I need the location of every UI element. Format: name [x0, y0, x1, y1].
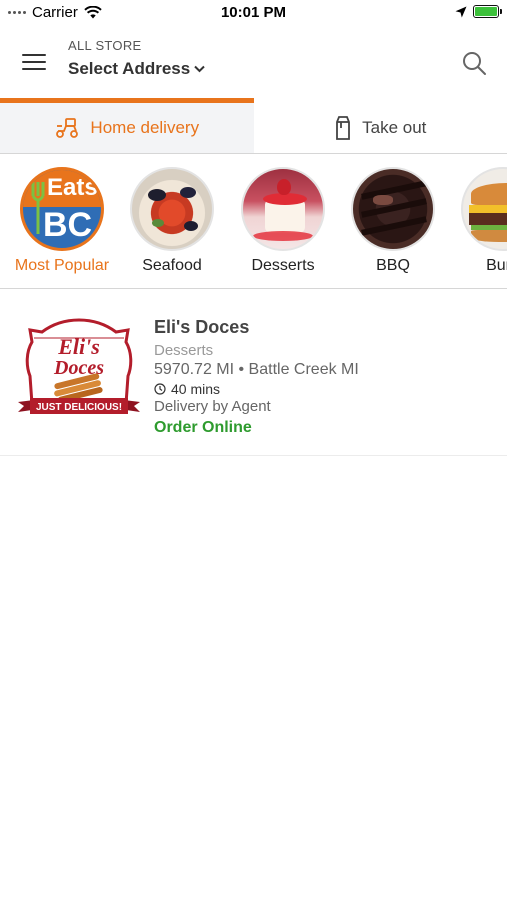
- category-label: Seafood: [142, 257, 202, 274]
- status-bar: Carrier 10:01 PM: [0, 0, 507, 26]
- menu-icon[interactable]: [22, 54, 46, 70]
- store-name: Eli's Doces: [154, 317, 250, 337]
- search-icon[interactable]: [461, 50, 487, 76]
- seafood-image: [130, 167, 214, 251]
- desserts-image: [241, 167, 325, 251]
- bbq-image: [351, 167, 435, 251]
- chevron-down-icon: [194, 65, 205, 73]
- logo-ribbon-text: JUST DELICIOUS!: [36, 402, 122, 413]
- tab-take-out[interactable]: Take out: [253, 98, 507, 153]
- category-label: Most Popular: [14, 257, 110, 274]
- store-delivery-type: Delivery by Agent: [154, 398, 271, 415]
- store-logo: Eli's Doces JUST DELICIOUS!: [16, 316, 142, 426]
- address-label: Select Address: [68, 59, 191, 78]
- store-details: Eli's Doces Desserts 5970.72 MI • Battle…: [154, 317, 359, 437]
- logo-text-elis: Eli's: [57, 334, 100, 359]
- category-label: Desserts: [251, 257, 315, 274]
- status-icons: [455, 5, 502, 18]
- burger-image: [461, 167, 507, 251]
- app-header: ALL STORE Select Address: [0, 26, 507, 98]
- category-label: Burg: [486, 257, 507, 274]
- category-bbq[interactable]: BBQ: [343, 167, 443, 275]
- address-selector[interactable]: Select Address: [68, 59, 205, 79]
- store-eta-label: 40 mins: [171, 381, 221, 397]
- clock-icon: [154, 383, 166, 395]
- store-eta: 40 mins: [154, 381, 359, 397]
- eats-bc-logo: Eats BC: [20, 167, 104, 251]
- store-distance: 5970.72 MI • Battle Creek MI: [154, 361, 359, 378]
- category-desserts[interactable]: Desserts: [233, 167, 333, 275]
- clock: 10:01 PM: [220, 4, 287, 21]
- tab-home-delivery-label: Home delivery: [90, 118, 200, 137]
- battery-icon: [473, 5, 502, 18]
- store-category: Desserts: [154, 342, 214, 359]
- order-online-link[interactable]: Order Online: [154, 419, 359, 437]
- store-scope-label: ALL STORE: [68, 38, 142, 53]
- delivery-mode-tabs: Home delivery Take out: [0, 98, 507, 154]
- tab-home-delivery[interactable]: Home delivery: [0, 98, 254, 153]
- category-seafood[interactable]: Seafood: [122, 167, 222, 275]
- category-carousel[interactable]: Eats BC Most Popular Seafood Desserts BB…: [0, 155, 507, 289]
- logo-text-bc: BC: [43, 206, 93, 244]
- scooter-icon: [56, 118, 79, 138]
- location-arrow-icon: [455, 6, 467, 17]
- category-most-popular[interactable]: Eats BC Most Popular: [12, 167, 112, 275]
- elis-doces-logo: Eli's Doces JUST DELICIOUS!: [18, 318, 140, 414]
- tab-take-out-label: Take out: [362, 118, 427, 137]
- category-label: BBQ: [376, 257, 410, 274]
- category-burgers[interactable]: Burg: [453, 167, 507, 275]
- store-list-item[interactable]: Eli's Doces JUST DELICIOUS! Eli's Doces …: [0, 290, 507, 456]
- logo-text-eats: Eats: [47, 174, 98, 201]
- bag-icon: [336, 116, 351, 140]
